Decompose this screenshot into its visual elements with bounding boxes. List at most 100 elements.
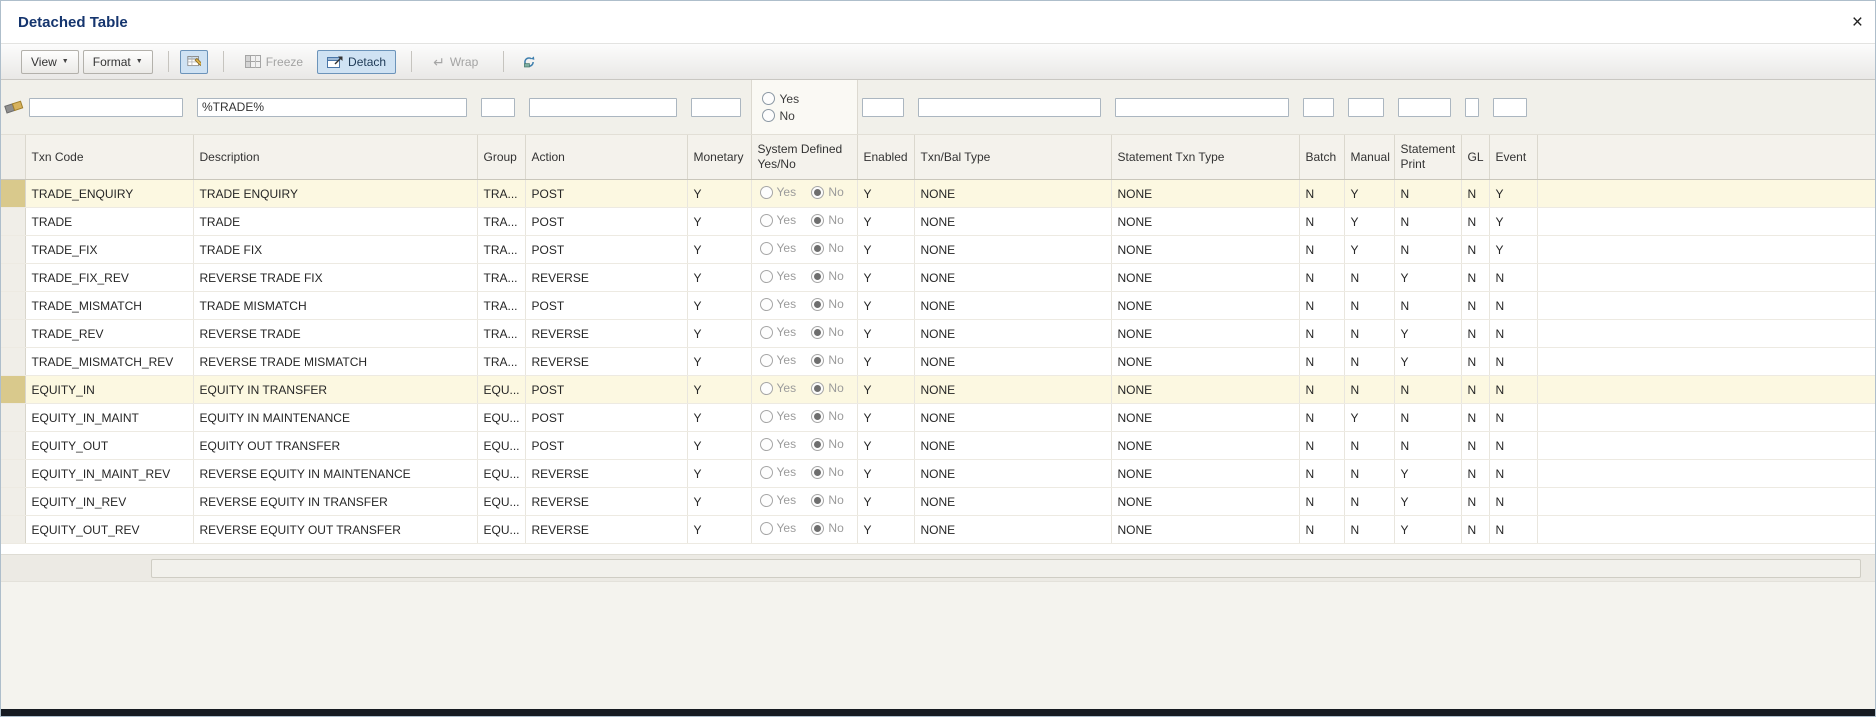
- wrap-button[interactable]: ↵ Wrap: [423, 50, 488, 74]
- table-row[interactable]: EQUITY_IN_REV REVERSE EQUITY IN TRANSFER…: [1, 487, 1875, 516]
- table-row[interactable]: EQUITY_IN_MAINT EQUITY IN MAINTENANCE EQ…: [1, 403, 1875, 432]
- filter-statement-txn-type-input[interactable]: [1115, 97, 1289, 117]
- scrollbar-thumb[interactable]: [151, 559, 1861, 578]
- filter-action-input[interactable]: [529, 97, 677, 117]
- table-row[interactable]: TRADE_MISMATCH TRADE MISMATCH TRA... POS…: [1, 291, 1875, 320]
- col-header-action[interactable]: Action: [525, 134, 688, 180]
- table-row[interactable]: TRADE_FIX_REV REVERSE TRADE FIX TRA... R…: [1, 263, 1875, 292]
- col-header-system-defined[interactable]: System Defined Yes/No: [751, 134, 858, 180]
- chevron-down-icon: ▼: [61, 58, 69, 65]
- row-selector-cell[interactable]: [1, 431, 26, 460]
- eraser-icon[interactable]: [4, 98, 24, 114]
- filter-txn-bal-type-input[interactable]: [918, 97, 1101, 117]
- radio-icon: [759, 213, 773, 227]
- system-defined-no-radio[interactable]: No: [811, 241, 844, 255]
- filter-event-input[interactable]: [1493, 97, 1527, 117]
- table-row[interactable]: EQUITY_IN EQUITY IN TRANSFER EQU... POST…: [1, 375, 1875, 404]
- cell-statement-txn-type: NONE: [1111, 263, 1300, 292]
- table-row[interactable]: TRADE TRADE TRA... POST Y Yes No Y NONE …: [1, 207, 1875, 236]
- row-selector-cell[interactable]: [1, 375, 26, 404]
- horizontal-scrollbar[interactable]: [1, 554, 1875, 581]
- row-selector-cell[interactable]: [1, 487, 26, 516]
- filter-monetary-input[interactable]: [691, 97, 741, 117]
- row-selector-cell[interactable]: [1, 291, 26, 320]
- system-defined-no-radio[interactable]: No: [811, 353, 844, 367]
- col-header-manual[interactable]: Manual: [1344, 134, 1395, 180]
- system-defined-no-radio[interactable]: No: [811, 269, 844, 283]
- query-by-example-button[interactable]: [179, 49, 208, 74]
- system-defined-yes-radio[interactable]: Yes: [759, 381, 796, 395]
- system-defined-yes-radio[interactable]: Yes: [759, 269, 796, 283]
- cell-action: REVERSE: [525, 515, 688, 544]
- table-row[interactable]: EQUITY_OUT_REV REVERSE EQUITY OUT TRANSF…: [1, 515, 1875, 544]
- col-header-enabled[interactable]: Enabled: [857, 134, 915, 180]
- system-defined-yes-radio[interactable]: Yes: [759, 185, 796, 199]
- system-defined-no-radio[interactable]: No: [811, 297, 844, 311]
- col-header-event[interactable]: Event: [1489, 134, 1538, 180]
- table-row[interactable]: EQUITY_IN_MAINT_REV REVERSE EQUITY IN MA…: [1, 459, 1875, 488]
- row-selector-cell[interactable]: [1, 263, 26, 292]
- table-row[interactable]: TRADE_REV REVERSE TRADE TRA... REVERSE Y…: [1, 319, 1875, 348]
- system-defined-yes-radio[interactable]: Yes: [759, 409, 796, 423]
- radio-icon: [759, 493, 773, 507]
- row-selector-cell[interactable]: [1, 319, 26, 348]
- system-defined-no-radio[interactable]: No: [811, 325, 844, 339]
- cell-manual: N: [1344, 347, 1395, 376]
- table-row[interactable]: TRADE_ENQUIRY TRADE ENQUIRY TRA... POST …: [1, 179, 1875, 208]
- col-header-txn-code[interactable]: Txn Code: [25, 134, 194, 180]
- filter-manual-input[interactable]: [1348, 97, 1384, 117]
- filter-statement-print-input[interactable]: [1398, 97, 1451, 117]
- filter-description-input[interactable]: [197, 97, 467, 117]
- system-defined-no-radio[interactable]: No: [811, 381, 844, 395]
- filter-system-defined-no-radio[interactable]: No: [761, 109, 847, 123]
- filter-enabled-input[interactable]: [861, 97, 904, 117]
- col-header-group[interactable]: Group: [477, 134, 526, 180]
- col-header-gl[interactable]: GL: [1461, 134, 1490, 180]
- col-header-txn-bal-type[interactable]: Txn/Bal Type: [914, 134, 1112, 180]
- system-defined-yes-radio[interactable]: Yes: [759, 297, 796, 311]
- format-menu-button[interactable]: Format ▼: [82, 49, 153, 74]
- system-defined-no-radio[interactable]: No: [811, 465, 844, 479]
- system-defined-yes-radio[interactable]: Yes: [759, 213, 796, 227]
- view-menu-button[interactable]: View ▼: [21, 49, 79, 74]
- filter-txn-code-input[interactable]: [29, 97, 183, 117]
- row-selector-cell[interactable]: [1, 179, 26, 208]
- filter-system-defined-yes-radio[interactable]: Yes: [761, 92, 847, 106]
- system-defined-no-radio[interactable]: No: [811, 185, 844, 199]
- system-defined-no-radio[interactable]: No: [811, 409, 844, 423]
- table-row[interactable]: EQUITY_OUT EQUITY OUT TRANSFER EQU... PO…: [1, 431, 1875, 460]
- row-selector-cell[interactable]: [1, 235, 26, 264]
- system-defined-no-radio[interactable]: No: [811, 213, 844, 227]
- col-header-statement-txn-type[interactable]: Statement Txn Type: [1111, 134, 1300, 180]
- system-defined-yes-radio[interactable]: Yes: [759, 465, 796, 479]
- system-defined-no-radio[interactable]: No: [811, 493, 844, 507]
- filter-gl-input[interactable]: [1465, 97, 1479, 117]
- system-defined-yes-radio[interactable]: Yes: [759, 521, 796, 535]
- row-selector-cell[interactable]: [1, 515, 26, 544]
- system-defined-no-radio[interactable]: No: [811, 521, 844, 535]
- detach-button[interactable]: Detach: [317, 49, 397, 74]
- system-defined-no-radio[interactable]: No: [811, 437, 844, 451]
- dialog-footer: [1, 581, 1875, 709]
- row-selector-cell[interactable]: [1, 403, 26, 432]
- freeze-button[interactable]: Freeze: [235, 50, 313, 74]
- table-row[interactable]: TRADE_FIX TRADE FIX TRA... POST Y Yes No…: [1, 235, 1875, 264]
- system-defined-yes-radio[interactable]: Yes: [759, 353, 796, 367]
- system-defined-yes-radio[interactable]: Yes: [759, 437, 796, 451]
- close-icon[interactable]: ×: [1852, 13, 1863, 32]
- col-header-description[interactable]: Description: [193, 134, 478, 180]
- system-defined-yes-radio[interactable]: Yes: [759, 241, 796, 255]
- col-header-statement-print[interactable]: Statement Print: [1394, 134, 1462, 180]
- filter-batch-input[interactable]: [1303, 97, 1334, 117]
- table-row[interactable]: TRADE_MISMATCH_REV REVERSE TRADE MISMATC…: [1, 347, 1875, 376]
- row-selector-cell[interactable]: [1, 347, 26, 376]
- col-header-monetary[interactable]: Monetary: [687, 134, 752, 180]
- col-header-batch[interactable]: Batch: [1299, 134, 1345, 180]
- row-selector-cell[interactable]: [1, 459, 26, 488]
- row-selector-cell[interactable]: [1, 207, 26, 236]
- system-defined-yes-radio[interactable]: Yes: [759, 325, 796, 339]
- cell-system-defined: Yes No: [751, 403, 858, 432]
- refresh-button[interactable]: [515, 50, 543, 74]
- filter-group-input[interactable]: [481, 97, 515, 117]
- system-defined-yes-radio[interactable]: Yes: [759, 493, 796, 507]
